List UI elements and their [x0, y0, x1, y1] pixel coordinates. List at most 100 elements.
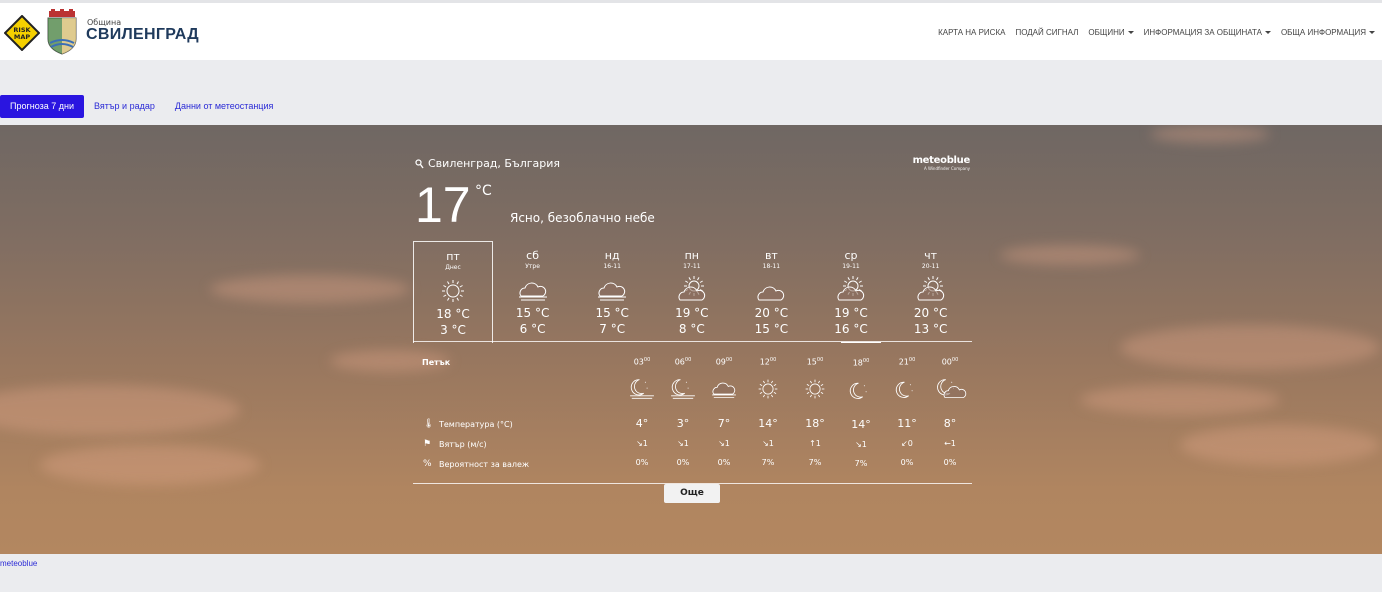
day-date: 17-11 [683, 263, 701, 270]
hour-precip: 0% [635, 457, 649, 467]
municipality-crest-icon[interactable] [46, 9, 78, 55]
moon-fog-icon [625, 375, 659, 403]
day-date: Днес [445, 264, 461, 271]
wind-row-label: ⚑ Вятър (м/с) [423, 439, 487, 449]
sun-cloud-icon [911, 276, 951, 304]
temperature-unit: °C [475, 183, 492, 199]
meteoblue-link[interactable]: meteoblue [0, 559, 37, 568]
thermometer-icon: 🌡︎ [423, 419, 435, 429]
day-name: сб [526, 249, 540, 262]
hour-column: 0300 4° ↘1 0% [622, 342, 662, 467]
weather-widget: Свиленград, България meteoblue A Windfin… [413, 125, 972, 554]
moon-fog-icon [666, 375, 700, 403]
site-header: RISK MAP Община СВИЛЕНГРАД КАРТА НА РИСК… [0, 3, 1382, 60]
hour-wind: ↘1 [762, 438, 774, 448]
moon-cloud-icon [933, 375, 967, 403]
day-column[interactable]: пт Днес 18 °C 3 °C [413, 241, 493, 343]
day-column[interactable]: нд 16-11 15 °C 7 °C [572, 241, 652, 342]
day-max-temp: 20 °C [754, 306, 789, 320]
day-min-temp: 7 °C [599, 322, 626, 336]
hour-column: 0900 7° ↘1 0% [704, 342, 744, 467]
nav-item-3[interactable]: ИНФОРМАЦИЯ ЗА ОБЩИНАТА [1144, 28, 1271, 37]
day-column[interactable]: сб Утре 15 °C 6 °C [493, 241, 573, 342]
hour-wind: ←1 [944, 438, 956, 448]
hour-precip: 7% [761, 457, 775, 467]
day-name: пт [446, 250, 460, 263]
day-date: Утре [525, 263, 540, 270]
temp-row-label: 🌡︎ Температура (°C) [423, 419, 513, 429]
hour-precip: 0% [676, 457, 690, 467]
hour-wind: ↑1 [809, 438, 821, 448]
caret-down-icon [1264, 31, 1271, 34]
hour-column: 1500 18° ↑1 7% [795, 342, 835, 467]
day-max-temp: 15 °C [595, 306, 629, 320]
hourly-day-name: Петък [422, 358, 451, 367]
nav-item-0[interactable]: КАРТА НА РИСКА [938, 28, 1005, 37]
hour-column: 1200 14° ↘1 7% [748, 342, 788, 467]
more-button[interactable]: Още [664, 484, 720, 503]
current-condition: Ясно, безоблачно небе [510, 211, 655, 225]
day-column[interactable]: ср 19-11 19 °C 16 °C [811, 241, 891, 342]
tab-1[interactable]: Вятър и радар [84, 95, 165, 118]
current-temperature: 17 [415, 177, 471, 233]
precip-row-label: % Вероятност за валеж [423, 459, 530, 469]
day-column[interactable]: чт 20-11 20 °C 13 °C [891, 241, 971, 342]
sun-icon [798, 375, 832, 403]
hour-wind: ↘1 [718, 438, 730, 448]
nav-item-2[interactable]: ОБЩИНИ [1088, 28, 1134, 37]
hour-wind: ↙0 [901, 438, 913, 448]
day-date: 16-11 [603, 263, 621, 270]
day-name: вт [764, 249, 778, 262]
location-row[interactable]: Свиленград, България [415, 157, 560, 170]
fog-cloud-icon [513, 276, 553, 304]
day-column[interactable]: вт 18-11 20 °C 15 °C [731, 241, 811, 342]
day-name: ср [844, 249, 858, 262]
sun-icon [433, 277, 473, 305]
tab-2[interactable]: Данни от метеостанция [165, 95, 283, 118]
hour-precip: 0% [943, 457, 957, 467]
hour-time: 0300 [633, 357, 651, 367]
hour-time: 1500 [806, 357, 824, 367]
day-date: 19-11 [842, 263, 860, 270]
location-name: Свиленград, България [428, 157, 561, 170]
svg-text:MAP: MAP [14, 33, 30, 41]
wind-flag-icon: ⚑ [423, 439, 432, 449]
nav-item-4[interactable]: ОБЩА ИНФОРМАЦИЯ [1281, 28, 1375, 37]
day-max-temp: 20 °C [913, 306, 948, 320]
meteoblue-logo[interactable]: meteoblue A Windfinder Company [913, 155, 971, 171]
daily-forecast: пт Днес 18 °C 3 °C сб Утре 15 °C 6 °C нд 16-11 15 … [413, 241, 972, 343]
day-date: 20-11 [921, 263, 940, 270]
day-max-temp: 19 °C [675, 306, 709, 320]
hour-precip: 7% [808, 457, 822, 467]
nav-item-1[interactable]: ПОДАЙ СИГНАЛ [1015, 28, 1078, 37]
fog-cloud-icon [592, 276, 632, 304]
day-min-temp: 3 °C [440, 323, 466, 337]
wind-direction-icon: ↘ [636, 438, 643, 448]
hour-temp: 4° [635, 416, 649, 430]
day-date: 18-11 [762, 263, 781, 270]
tab-0[interactable]: Прогноза 7 дни [0, 95, 85, 118]
hour-temp: 3° [676, 416, 690, 430]
hour-temp: 18° [805, 416, 825, 430]
hourly-forecast: Петък 🌡︎ Температура (°C) ⚑ Вятър (м/с) … [413, 342, 972, 484]
day-min-temp: 6 °C [519, 322, 546, 336]
caret-down-icon [1369, 31, 1375, 34]
wind-direction-icon: ↘ [762, 438, 769, 448]
hour-time: 2100 [898, 357, 916, 367]
wind-direction-icon: ↘ [855, 439, 862, 449]
day-min-temp: 16 °C [834, 322, 868, 336]
main-nav: КАРТА НА РИСКА ПОДАЙ СИГНАЛ ОБЩИНИ ИНФОРМАЦ… [938, 28, 1375, 37]
hour-wind: ↘1 [855, 439, 867, 449]
wind-direction-icon: ↙ [901, 438, 908, 448]
hour-temp: 14° [851, 417, 871, 431]
sun-cloud-icon [831, 276, 871, 304]
brand-title[interactable]: СВИЛЕНГРАД [86, 26, 199, 44]
day-name: нд [604, 249, 620, 262]
hour-time: 1200 [759, 357, 777, 367]
day-min-temp: 8 °C [678, 322, 705, 336]
moon-icon [844, 376, 878, 404]
hour-temp: 7° [717, 416, 731, 430]
wind-direction-icon: ↘ [718, 438, 725, 448]
day-column[interactable]: пн 17-11 19 °C 8 °C [652, 241, 732, 342]
risk-map-logo-icon[interactable]: RISK MAP [4, 15, 40, 51]
